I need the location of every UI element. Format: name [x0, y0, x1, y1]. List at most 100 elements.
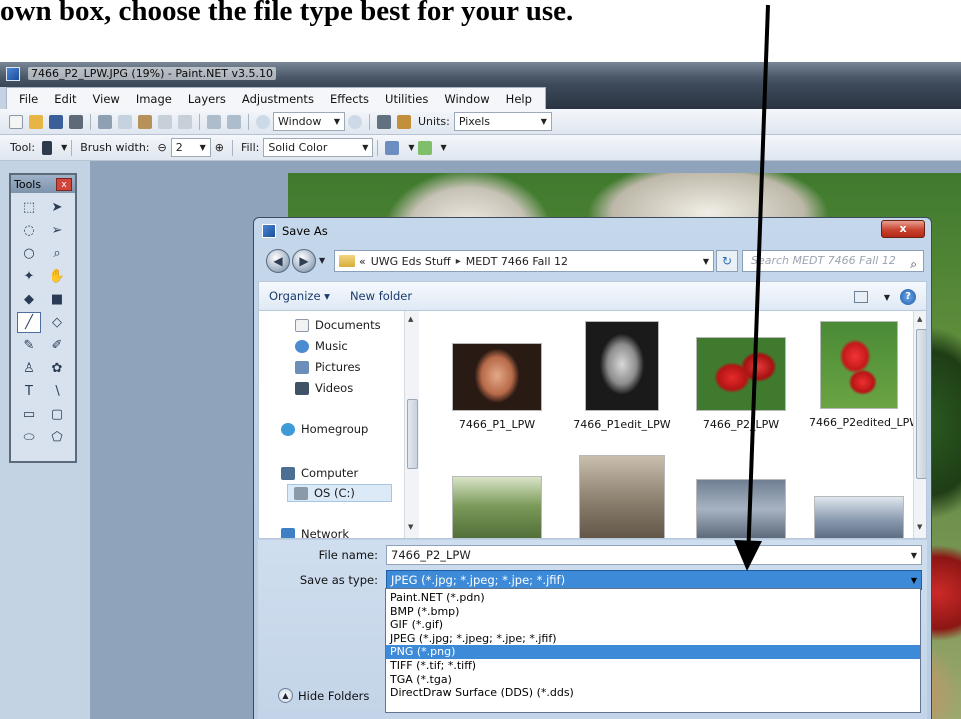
refresh-icon[interactable]: ↻	[716, 250, 738, 272]
menu-effects[interactable]: Effects	[322, 92, 377, 106]
menu-layers[interactable]: Layers	[180, 92, 234, 106]
hide-folders-button[interactable]: ▲ Hide Folders	[278, 688, 369, 703]
cut-icon[interactable]	[98, 114, 112, 129]
save-icon[interactable]	[49, 114, 63, 129]
ellipse-shape-icon[interactable]: ⬭	[17, 427, 41, 448]
blend-mode-icon[interactable]	[417, 140, 432, 155]
clone-stamp-icon[interactable]: ♙	[17, 358, 41, 379]
save-type-select[interactable]: JPEG (*.jpg; *.jpeg; *.jpe; *.jfif) ▼	[386, 570, 922, 590]
breadcrumb-prefix[interactable]: «	[359, 255, 366, 268]
eraser-icon[interactable]: ◇	[45, 312, 69, 333]
file-item[interactable]	[681, 479, 801, 538]
menu-file[interactable]: File	[11, 92, 46, 106]
paint-bucket-icon[interactable]: ◆	[17, 289, 41, 310]
menu-view[interactable]: View	[85, 92, 128, 106]
zoom-select[interactable]: Window ▼	[273, 112, 345, 131]
nav-item-homegroup[interactable]: Homegroup	[281, 422, 368, 436]
color-picker-icon[interactable]: ✐	[45, 335, 69, 356]
type-option-tga[interactable]: TGA (*.tga)	[386, 673, 920, 687]
scroll-thumb[interactable]	[407, 399, 418, 469]
scroll-down-icon[interactable]: ▼	[408, 523, 413, 531]
copy-icon[interactable]	[118, 114, 132, 129]
recolor-icon[interactable]: ✿	[45, 358, 69, 379]
new-folder-button[interactable]: New folder	[350, 289, 412, 303]
navigation-scrollbar[interactable]: ▲ ▼	[404, 311, 419, 538]
text-tool-icon[interactable]: T	[17, 381, 41, 402]
zoom-in-icon[interactable]	[348, 114, 362, 129]
type-option-dds[interactable]: DirectDraw Surface (DDS) (*.dds)	[386, 686, 920, 700]
chevron-down-icon[interactable]: ▼	[703, 257, 709, 266]
rectangle-select-icon[interactable]: ⬚	[17, 197, 41, 218]
magic-wand-icon[interactable]: ✦	[17, 266, 41, 287]
grid-icon[interactable]	[377, 114, 391, 129]
units-select[interactable]: Pixels ▼	[453, 112, 552, 131]
fill-select[interactable]: Solid Color ▼	[263, 138, 374, 157]
rectangle-shape-icon[interactable]: ▭	[17, 404, 41, 425]
back-button[interactable]: ◀	[266, 249, 290, 273]
nav-item-videos[interactable]: Videos	[295, 381, 353, 395]
type-option-pdn[interactable]: Paint.NET (*.pdn)	[386, 591, 920, 605]
nav-item-music[interactable]: Music	[295, 339, 348, 353]
menu-window[interactable]: Window	[436, 92, 497, 106]
scroll-up-icon[interactable]: ▲	[917, 315, 922, 323]
type-option-tiff[interactable]: TIFF (*.tif; *.tiff)	[386, 659, 920, 673]
help-icon[interactable]: ?	[900, 289, 916, 305]
open-folder-icon[interactable]	[29, 114, 43, 129]
nav-item-computer[interactable]: Computer	[281, 466, 358, 480]
ruler-icon[interactable]	[397, 114, 411, 129]
chevron-down-icon[interactable]: ▼	[884, 293, 890, 302]
brush-width-select[interactable]: 2 ▼	[170, 138, 211, 157]
nav-item-os-c[interactable]: OS (C:)	[287, 484, 392, 502]
type-option-bmp[interactable]: BMP (*.bmp)	[386, 605, 920, 619]
move-selected-icon[interactable]: ➢	[45, 220, 69, 241]
file-item[interactable]: 7466_P2edited_LPW	[799, 321, 920, 429]
type-option-jpeg[interactable]: JPEG (*.jpg; *.jpeg; *.jpe; *.jfif)	[386, 632, 920, 646]
redo-icon[interactable]	[227, 114, 241, 129]
file-item[interactable]	[799, 496, 919, 538]
menu-help[interactable]: Help	[498, 92, 540, 106]
gradient-tool-icon[interactable]: ■	[45, 289, 69, 310]
search-icon[interactable]: ⌕	[910, 254, 917, 274]
nav-item-documents[interactable]: Documents	[295, 318, 381, 332]
undo-icon[interactable]	[207, 114, 221, 129]
print-icon[interactable]	[69, 114, 83, 129]
scroll-thumb[interactable]	[916, 329, 926, 479]
paintbrush-icon[interactable]: ╱	[17, 312, 41, 333]
nav-item-network[interactable]: Network	[281, 527, 349, 538]
crop-icon[interactable]	[158, 114, 172, 129]
ellipse-select-icon[interactable]: ○	[17, 243, 41, 264]
recent-locations-icon[interactable]: ▼	[319, 256, 325, 265]
menu-edit[interactable]: Edit	[46, 92, 84, 106]
scroll-up-icon[interactable]: ▲	[408, 315, 413, 323]
chevron-down-icon[interactable]: ▼	[408, 143, 414, 152]
freeform-shape-icon[interactable]: ⬠	[45, 427, 69, 448]
menu-adjustments[interactable]: Adjustments	[234, 92, 322, 106]
chevron-right-icon[interactable]: ▸	[456, 256, 461, 267]
breadcrumb-part-1[interactable]: UWG Eds Stuff	[371, 255, 451, 268]
increase-width-icon[interactable]: ⊕	[215, 141, 224, 154]
rounded-rectangle-icon[interactable]: ▢	[45, 404, 69, 425]
deselect-icon[interactable]	[178, 114, 192, 129]
pencil-icon[interactable]: ✎	[17, 335, 41, 356]
breadcrumb-part-2[interactable]: MEDT 7466 Fall 12	[466, 255, 568, 268]
type-option-gif[interactable]: GIF (*.gif)	[386, 618, 920, 632]
file-name-input[interactable]: 7466_P2_LPW ▼	[386, 545, 922, 565]
search-input[interactable]: Search MEDT 7466 Fall 12 ⌕	[742, 250, 924, 272]
lasso-select-icon[interactable]: ◌	[17, 220, 41, 241]
scroll-down-icon[interactable]: ▼	[917, 523, 922, 531]
chevron-down-icon[interactable]: ▼	[911, 547, 917, 565]
brush-tool-icon[interactable]	[42, 140, 53, 155]
menu-utilities[interactable]: Utilities	[377, 92, 436, 106]
file-item[interactable]	[562, 455, 682, 538]
forward-button[interactable]: ▶	[292, 249, 316, 273]
pan-tool-icon[interactable]: ✋	[45, 266, 69, 287]
type-option-png[interactable]: PNG (*.png)	[386, 645, 920, 659]
new-file-icon[interactable]	[9, 114, 23, 129]
decrease-width-icon[interactable]: ⊖	[158, 141, 167, 154]
address-bar[interactable]: « UWG Eds Stuff ▸ MEDT 7466 Fall 12 ▼	[334, 250, 714, 272]
change-view-icon[interactable]	[853, 291, 868, 303]
tools-close-button[interactable]: x	[56, 177, 72, 191]
file-item[interactable]	[437, 476, 557, 538]
chevron-down-icon[interactable]: ▼	[61, 143, 67, 152]
file-item[interactable]: 7466_P1_LPW	[437, 343, 557, 431]
